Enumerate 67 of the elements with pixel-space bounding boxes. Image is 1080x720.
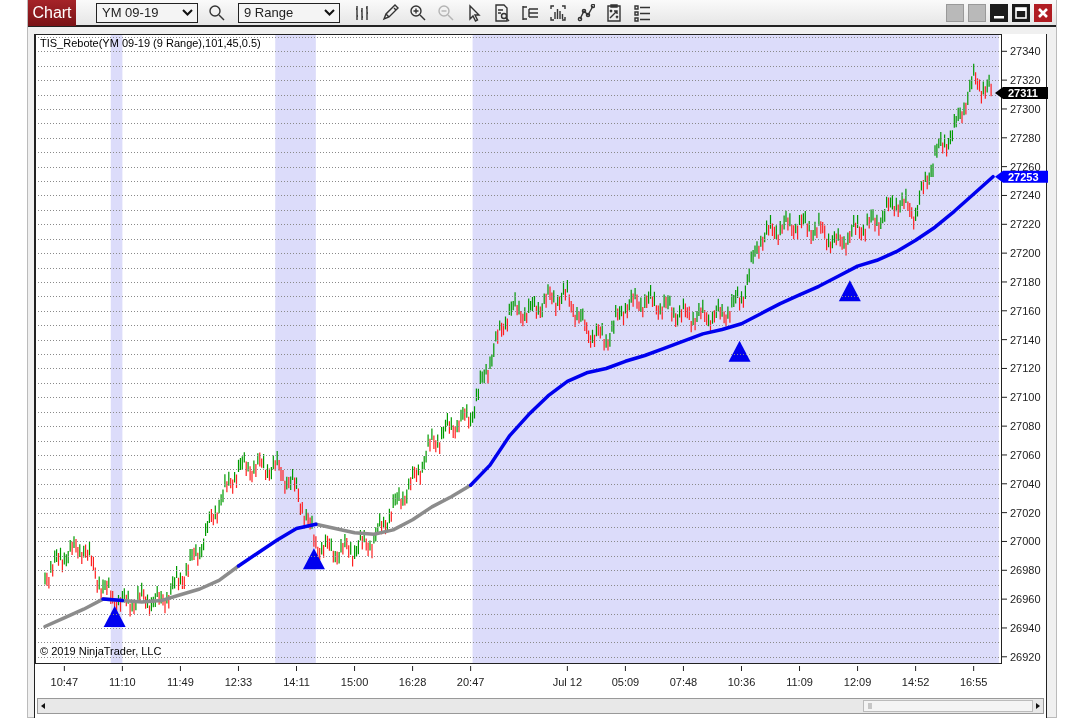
indicator-label: TIS_Rebote(YM 09-19 (9 Range),101,45,0.5) xyxy=(40,37,261,49)
axis-label: 14:52 xyxy=(901,676,930,688)
axis-label: 26960 xyxy=(1010,593,1041,606)
caret-icon xyxy=(324,9,335,16)
axis-label: 07:48 xyxy=(669,676,698,688)
axis-label: 11:10 xyxy=(109,676,136,688)
price-tag: 27311 xyxy=(995,87,1048,100)
caret-icon xyxy=(182,9,193,16)
axis-label: 27000 xyxy=(1010,535,1041,548)
axis-label: 27140 xyxy=(1010,333,1041,346)
axis-label: 12:09 xyxy=(843,676,872,688)
axis-label: 16:55 xyxy=(959,676,988,688)
pencil-icon[interactable] xyxy=(381,3,399,22)
up-triangle-marker xyxy=(103,606,126,627)
axis-label: 27200 xyxy=(1010,247,1041,260)
axis-label: 05:09 xyxy=(611,676,640,688)
up-triangle-marker xyxy=(838,280,861,302)
bar-chart-icon[interactable] xyxy=(549,3,567,22)
zoom-in-icon[interactable] xyxy=(409,3,427,22)
list-icon[interactable] xyxy=(633,3,651,22)
up-triangle-marker xyxy=(728,340,751,362)
axis-label: 27240 xyxy=(1010,189,1041,202)
search-icon[interactable] xyxy=(208,3,226,22)
document-magnifier-icon[interactable] xyxy=(493,3,511,22)
axis-label: 27220 xyxy=(1010,218,1041,231)
axis-label: 27080 xyxy=(1010,420,1041,433)
axis-label: 10:47 xyxy=(50,676,79,688)
axis-label: 16:28 xyxy=(398,676,427,688)
close-button[interactable] xyxy=(1034,3,1052,22)
axis-label: 26980 xyxy=(1010,564,1041,577)
minimize-button[interactable] xyxy=(990,3,1008,22)
axis-label: 12:33 xyxy=(224,676,253,688)
strategy-document-icon[interactable] xyxy=(605,3,623,22)
axis-label: 27300 xyxy=(1010,102,1041,115)
dropdown-field[interactable]: 9 Range xyxy=(238,2,340,23)
bar-spacing-icon[interactable] xyxy=(521,3,539,22)
axis-label: 27160 xyxy=(1010,304,1041,317)
up-triangle-marker xyxy=(302,548,325,570)
axis-label: 27060 xyxy=(1010,448,1041,461)
axis-label: 26940 xyxy=(1010,621,1041,634)
axis-label: 26920 xyxy=(1010,650,1041,663)
axis-label: 11:49 xyxy=(167,676,194,688)
axis-label: 14:11 xyxy=(283,676,310,688)
axis-label: 11:09 xyxy=(786,676,813,688)
price-tag: 27253 xyxy=(995,170,1048,183)
axis-label: 27180 xyxy=(1010,275,1041,288)
window-button[interactable] xyxy=(946,3,964,22)
axis-label: 27280 xyxy=(1010,131,1041,144)
chart-style-icon[interactable] xyxy=(353,3,371,22)
axis-label: 15:00 xyxy=(340,676,369,688)
dropdown-field[interactable]: YM 09-19 xyxy=(96,2,198,23)
line-drawing-icon[interactable] xyxy=(577,3,595,22)
axis-label: 27120 xyxy=(1010,362,1041,375)
maximize-button[interactable] xyxy=(1012,3,1030,22)
axis-label: 27260 xyxy=(1010,160,1041,173)
axis-label: 10:36 xyxy=(727,676,756,688)
axis-label: 27340 xyxy=(1010,45,1041,58)
axis-label: 27020 xyxy=(1010,506,1041,519)
copyright-text: © 2019 NinjaTrader, LLC xyxy=(40,645,162,657)
axis-label: 27100 xyxy=(1010,391,1041,404)
axis-label: 20:47 xyxy=(456,676,485,688)
horizontal-scrollbar[interactable] xyxy=(37,698,1044,714)
axis-label: 27320 xyxy=(1010,74,1041,87)
chart-tab[interactable]: Chart xyxy=(28,0,76,26)
scrollbar-thumb[interactable] xyxy=(863,700,1033,712)
axis-label: Jul 12 xyxy=(552,676,583,688)
axis-label: 27040 xyxy=(1010,477,1041,490)
